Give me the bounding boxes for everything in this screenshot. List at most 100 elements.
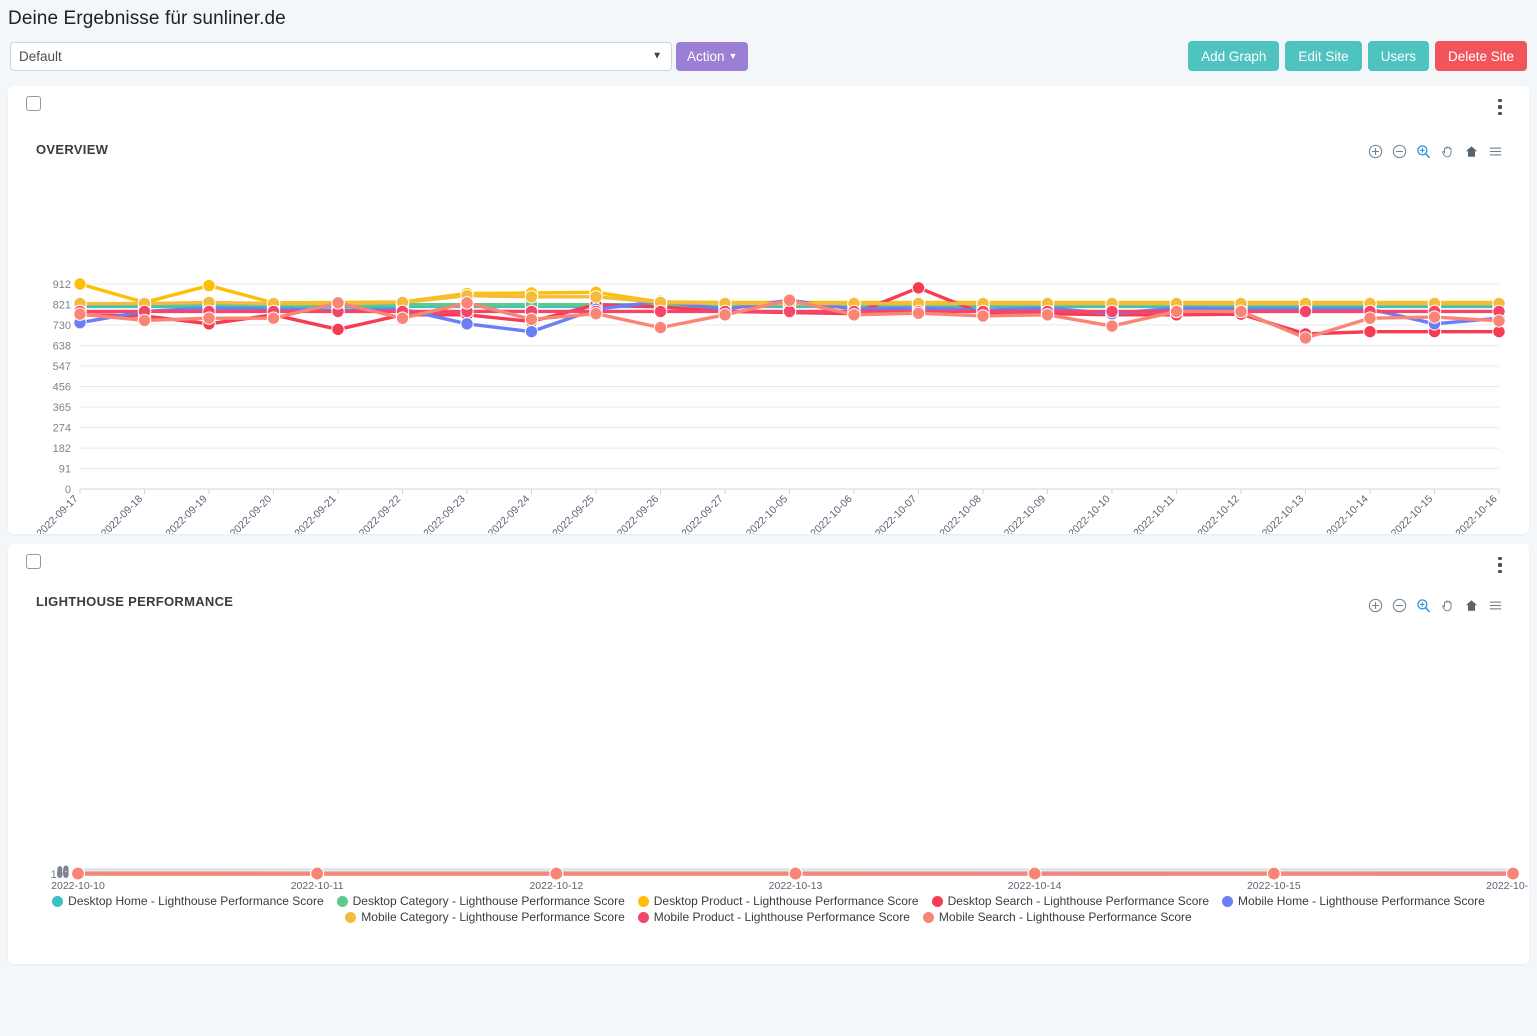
action-dropdown-button[interactable]: Action ▼	[676, 41, 749, 71]
legend-marker-icon	[922, 911, 934, 923]
action-label: Action	[687, 48, 725, 64]
x-axis-tick-label: 2022-10-06	[808, 493, 855, 534]
chevron-down-icon: ▼	[652, 50, 662, 62]
legend-label: Desktop Search - Lighthouse Performance …	[947, 894, 1210, 908]
data-point	[1492, 314, 1506, 328]
data-point	[137, 313, 152, 328]
x-axis-tick-label: 2022-09-27	[679, 493, 726, 534]
x-axis-tick-label: 2022-09-17	[34, 493, 81, 534]
data-point	[524, 324, 539, 339]
x-axis-tick-label: 2022-10-11	[291, 880, 344, 892]
page-root: Deine Ergebnisse für sunliner.de Default…	[0, 0, 1537, 1036]
y-axis-tick-label: 912	[53, 279, 71, 291]
legend-label: Mobile Search - Lighthouse Performance S…	[938, 910, 1192, 924]
data-point	[589, 290, 603, 304]
x-axis-tick-label: 2022-09-22	[357, 493, 404, 534]
legend-lighthouse: Desktop Home - Lighthouse Performance Sc…	[8, 894, 1529, 924]
x-axis-tick-label: 2022-09-21	[292, 493, 339, 534]
edit-site-button[interactable]: Edit Site	[1285, 41, 1362, 71]
legend-item[interactable]: Desktop Search - Lighthouse Performance …	[931, 894, 1210, 908]
chart-overview[interactable]: 0 91 182 274 365 456 547 638 730 821 912 2022-09-17…	[8, 86, 1529, 534]
data-point	[1298, 304, 1313, 319]
x-axis-tick-label: 2022-10-10	[51, 880, 105, 892]
y-axis-tick-label: 91	[59, 464, 71, 476]
data-point	[73, 307, 87, 321]
data-point	[524, 312, 539, 326]
site-select[interactable]: Default ▼	[10, 41, 672, 71]
x-axis-tick-label: 2022-10-12	[1195, 493, 1242, 534]
users-button[interactable]: Users	[1367, 41, 1429, 71]
legend-item[interactable]: Mobile Home - Lighthouse Performance Sco…	[1222, 894, 1485, 908]
data-point	[460, 296, 474, 310]
data-point	[788, 866, 803, 881]
legend-item[interactable]: Desktop Product - Lighthouse Performance…	[637, 894, 919, 908]
legend-label: Desktop Product - Lighthouse Performance…	[653, 894, 919, 908]
y-axis-tick-label: 821	[53, 299, 71, 311]
x-axis-tick-label: 2022-10-15	[1247, 880, 1301, 892]
legend-item[interactable]: Mobile Product - Lighthouse Performance …	[637, 910, 910, 924]
data-point	[718, 308, 732, 322]
legend-item[interactable]: Mobile Search - Lighthouse Performance S…	[922, 910, 1192, 924]
data-point	[1427, 310, 1442, 324]
x-axis-tick-label: 2022-10-13	[769, 880, 823, 892]
panel-overview: OVERVIEW 0 91 182 274 365 456 547 638 73…	[8, 86, 1529, 590]
legend-marker-icon	[336, 895, 348, 907]
delete-site-button[interactable]: Delete Site	[1434, 41, 1527, 71]
data-point	[847, 308, 861, 322]
legend-marker-icon	[1222, 895, 1234, 907]
toolbar-actions: Add Graph Edit Site Users Delete Site	[1188, 41, 1527, 71]
x-axis-tick-label: 2022-09-26	[615, 493, 662, 534]
data-point	[1266, 866, 1281, 881]
data-point	[460, 317, 474, 331]
legend-label: Mobile Home - Lighthouse Performance Sco…	[1238, 894, 1485, 908]
toolbar: Default ▼ Action ▼ Add Graph Edit Site U…	[0, 36, 1537, 76]
x-axis-tick-label: 2022-09-18	[99, 493, 146, 534]
x-axis-tick-label: 2022-10-13	[1260, 493, 1307, 534]
data-point	[524, 290, 539, 304]
legend-marker-icon	[345, 911, 357, 923]
data-point	[331, 322, 345, 337]
x-axis-tick-label: 2022-09-24	[486, 493, 533, 534]
data-point	[73, 277, 87, 291]
y-axis-tick-label: 547	[53, 361, 71, 373]
data-point	[1298, 331, 1313, 345]
legend-label: Desktop Category - Lighthouse Performanc…	[352, 894, 625, 908]
add-graph-button[interactable]: Add Graph	[1188, 41, 1280, 71]
legend-marker-icon	[931, 895, 943, 907]
y-axis-tick-label: 730	[53, 320, 71, 332]
x-axis-tick-label: 2022-10-14	[1008, 880, 1062, 892]
x-axis-tick-label: 2022-10-16	[1486, 880, 1529, 892]
data-point	[310, 866, 325, 881]
data-point	[782, 293, 797, 307]
data-point	[1169, 304, 1184, 319]
x-axis-tick-label: 2022-09-25	[550, 493, 597, 534]
y-axis-tick-label: 182	[53, 443, 71, 455]
legend-marker-icon	[637, 895, 649, 907]
x-axis-tick-label: 2022-10-11	[1131, 493, 1177, 534]
legend-item[interactable]: Desktop Home - Lighthouse Performance Sc…	[52, 894, 324, 908]
x-axis-tick-label: 2022-09-19	[163, 493, 210, 534]
x-axis-tick-label: 2022-10-05	[744, 493, 791, 534]
data-point	[1363, 311, 1377, 325]
legend-item[interactable]: Desktop Category - Lighthouse Performanc…	[336, 894, 625, 908]
data-point	[395, 311, 410, 325]
data-point	[653, 320, 668, 335]
legend-item[interactable]: Mobile Category - Lighthouse Performance…	[345, 910, 625, 924]
data-point	[1506, 866, 1520, 881]
x-axis-tick-label: 2022-10-15	[1389, 493, 1436, 534]
legend-marker-icon	[52, 895, 64, 907]
data-point	[911, 306, 926, 320]
legend-label: Mobile Category - Lighthouse Performance…	[361, 910, 625, 924]
site-select-value: Default	[19, 48, 62, 64]
x-axis-tick-label: 2022-10-10	[1066, 493, 1113, 534]
x-axis-tick-label: 2022-10-08	[937, 493, 984, 534]
x-axis-tick-label: 2022-10-12	[529, 880, 583, 892]
x-axis-tick-label: 2022-10-16	[1453, 493, 1500, 534]
data-point	[976, 309, 990, 323]
data-point	[1040, 308, 1055, 322]
x-axis-tick-label: 2022-09-20	[228, 493, 275, 534]
data-point	[202, 311, 216, 325]
x-axis-tick-label: 2022-10-09	[1002, 493, 1049, 534]
data-point	[1105, 304, 1119, 319]
legend-label: Mobile Product - Lighthouse Performance …	[653, 910, 910, 924]
